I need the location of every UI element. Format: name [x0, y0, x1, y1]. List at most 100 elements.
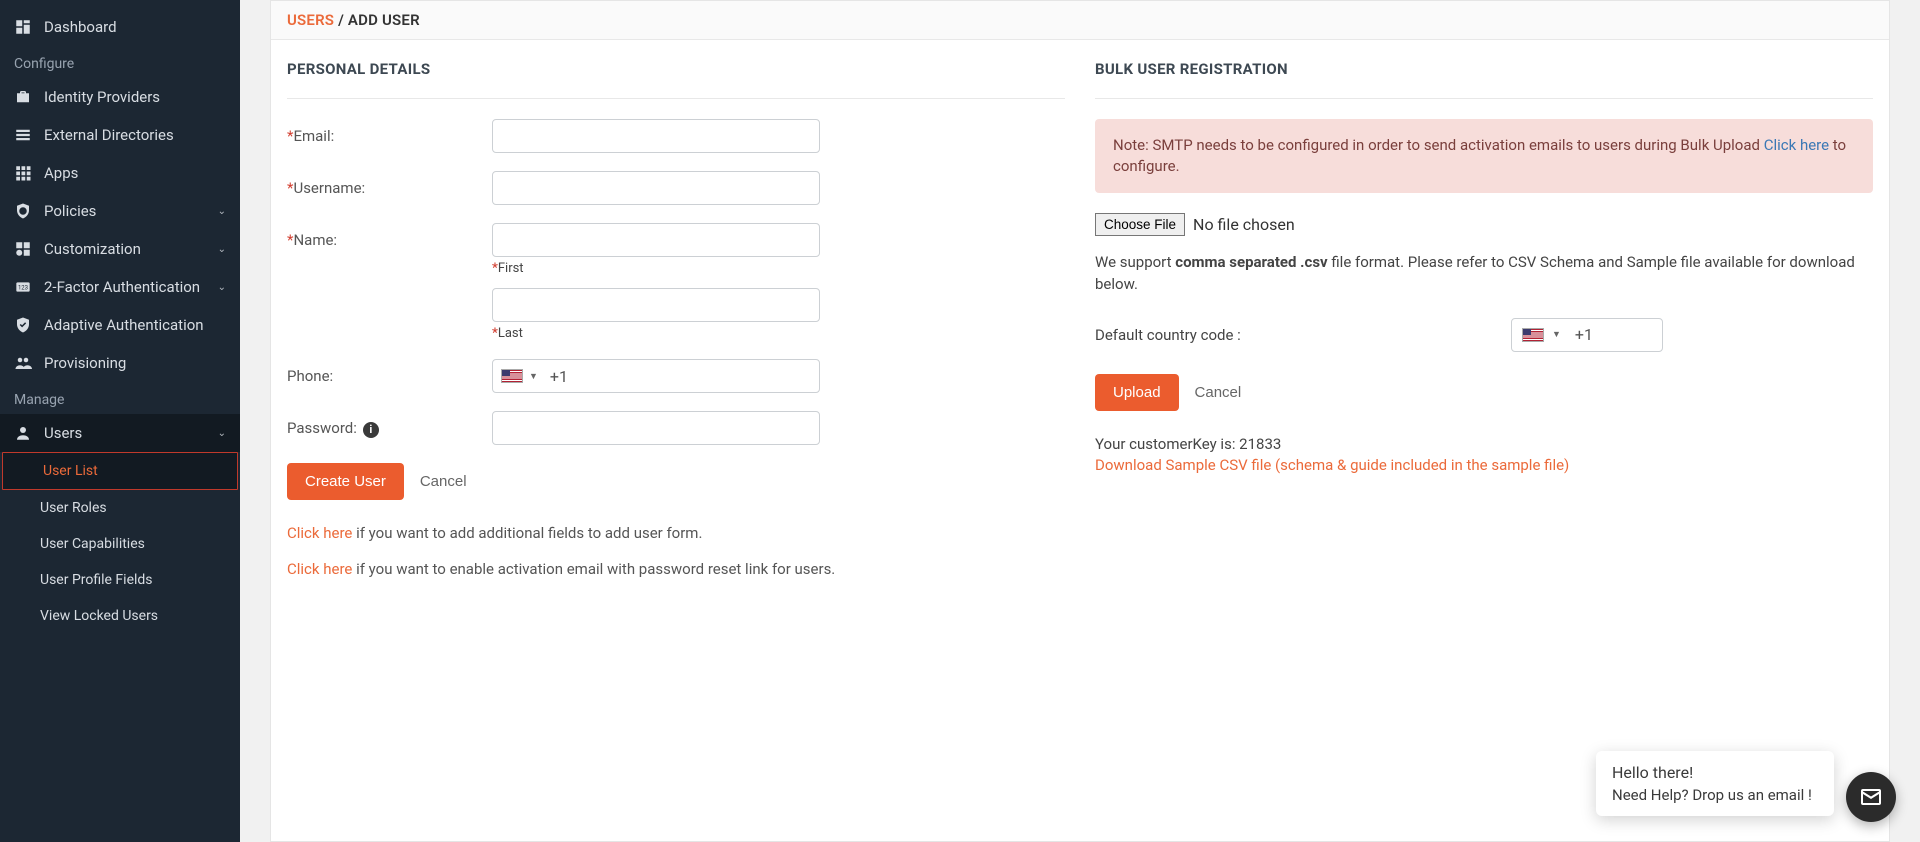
- phone-prefix: +1: [550, 367, 568, 386]
- keypad-icon: 123: [14, 278, 32, 296]
- smtp-alert: Note: SMTP needs to be configured in ord…: [1095, 119, 1873, 193]
- download-sample-link[interactable]: Download Sample CSV file (schema & guide…: [1095, 456, 1569, 474]
- password-label: Password:i: [287, 411, 492, 438]
- sidebar-item-identity-providers[interactable]: Identity Providers: [0, 78, 240, 116]
- personal-details-column: PERSONAL DETAILS *Email: *Username: *Nam…: [287, 60, 1065, 821]
- row-username: *Username:: [287, 171, 1065, 205]
- row-phone: Phone: ▼ +1: [287, 359, 1065, 393]
- row-password: Password:i: [287, 411, 1065, 445]
- grid-icon: [14, 164, 32, 182]
- country-code-select[interactable]: ▼ +1: [1511, 318, 1663, 352]
- sidebar-item-label: Adaptive Authentication: [44, 316, 204, 334]
- sidebar-item-label: External Directories: [44, 126, 174, 144]
- sidebar-section-configure: Configure: [0, 46, 240, 78]
- chat-fab-button[interactable]: [1846, 772, 1896, 822]
- sidebar-item-label: 2-Factor Authentication: [44, 278, 200, 296]
- chevron-down-icon[interactable]: ▼: [529, 371, 538, 382]
- name-label: *Name:: [287, 223, 492, 249]
- shield-check-icon: [14, 316, 32, 334]
- upload-button[interactable]: Upload: [1095, 374, 1179, 411]
- flag-us-icon: [1522, 328, 1544, 342]
- file-chosen-text: No file chosen: [1193, 215, 1295, 234]
- phone-field[interactable]: ▼ +1: [492, 359, 820, 393]
- last-name-field[interactable]: [492, 288, 820, 322]
- chat-popup: Hello there! Need Help? Drop us an email…: [1596, 751, 1834, 816]
- sidebar-item-label: Policies: [44, 202, 96, 220]
- customization-icon: [14, 240, 32, 258]
- briefcase-icon: [14, 88, 32, 106]
- cancel-button[interactable]: Cancel: [420, 473, 467, 490]
- chat-line2: Need Help? Drop us an email !: [1612, 786, 1818, 804]
- sidebar-item-label: Users: [44, 424, 82, 442]
- email-field[interactable]: [492, 119, 820, 153]
- mail-icon: [1859, 785, 1883, 809]
- sidebar-item-provisioning[interactable]: Provisioning: [0, 344, 240, 382]
- country-code-label: Default country code :: [1095, 326, 1241, 344]
- choose-file-button[interactable]: Choose File: [1095, 213, 1185, 236]
- sidebar-item-external-directories[interactable]: External Directories: [0, 116, 240, 154]
- sidebar-item-policies[interactable]: Policies ⌄: [0, 192, 240, 230]
- customer-key-line: Your customerKey is: 21833: [1095, 435, 1873, 453]
- chat-line1: Hello there!: [1612, 763, 1818, 782]
- info-icon[interactable]: i: [363, 422, 379, 438]
- gear-shield-icon: [14, 202, 32, 220]
- sidebar-sub-user-list[interactable]: User List: [2, 452, 238, 490]
- alert-click-here-link[interactable]: Click here: [1764, 136, 1829, 154]
- personal-details-heading: PERSONAL DETAILS: [287, 60, 1065, 78]
- panel: USERS / ADD USER PERSONAL DETAILS *Email…: [270, 0, 1890, 842]
- chevron-down-icon: ⌄: [218, 244, 226, 255]
- sidebar-sub-user-capabilities[interactable]: User Capabilities: [0, 526, 240, 562]
- breadcrumb: USERS / ADD USER: [271, 1, 1889, 40]
- file-chooser-row: Choose File No file chosen: [1095, 213, 1873, 236]
- divider: [287, 98, 1065, 99]
- bulk-cancel-button[interactable]: Cancel: [1195, 384, 1242, 401]
- csv-support-note: We support comma separated .csv file for…: [1095, 252, 1873, 296]
- personal-actions: Create User Cancel: [287, 463, 1065, 500]
- hint-additional-fields: Click here if you want to add additional…: [287, 524, 1065, 542]
- customer-key-value: 21833: [1239, 435, 1281, 453]
- sidebar-item-label: Customization: [44, 240, 141, 258]
- sidebar-item-users[interactable]: Users ⌄: [0, 414, 240, 452]
- country-code-row: Default country code : ▼ +1: [1095, 318, 1873, 352]
- chevron-down-icon: ⌄: [218, 428, 226, 439]
- chevron-down-icon: ⌄: [218, 206, 226, 217]
- sidebar-item-label: Identity Providers: [44, 88, 160, 106]
- row-email: *Email:: [287, 119, 1065, 153]
- sidebar-item-apps[interactable]: Apps: [0, 154, 240, 192]
- username-label: *Username:: [287, 171, 492, 197]
- flag-us-icon: [501, 369, 523, 383]
- sidebar: Dashboard Configure Identity Providers E…: [0, 0, 240, 842]
- sidebar-item-2fa[interactable]: 123 2-Factor Authentication ⌄: [0, 268, 240, 306]
- bulk-registration-column: BULK USER REGISTRATION Note: SMTP needs …: [1095, 60, 1873, 821]
- create-user-button[interactable]: Create User: [287, 463, 404, 500]
- breadcrumb-current: ADD USER: [348, 11, 420, 29]
- sidebar-item-adaptive-auth[interactable]: Adaptive Authentication: [0, 306, 240, 344]
- breadcrumb-sep: /: [334, 11, 348, 29]
- sidebar-item-dashboard[interactable]: Dashboard: [0, 8, 240, 46]
- email-label: *Email:: [287, 119, 492, 145]
- main-content: USERS / ADD USER PERSONAL DETAILS *Email…: [240, 0, 1920, 842]
- password-field[interactable]: [492, 411, 820, 445]
- sidebar-sub-user-roles[interactable]: User Roles: [0, 490, 240, 526]
- hint2-link[interactable]: Click here: [287, 560, 352, 578]
- last-name-sublabel: *Last: [492, 326, 820, 341]
- first-name-field[interactable]: [492, 223, 820, 257]
- sidebar-item-label: Provisioning: [44, 354, 126, 372]
- row-name: *Name: *First *Last: [287, 223, 1065, 341]
- username-field[interactable]: [492, 171, 820, 205]
- list-icon: [14, 126, 32, 144]
- chevron-down-icon: ▼: [1552, 329, 1561, 340]
- first-name-sublabel: *First: [492, 261, 820, 276]
- sidebar-section-manage: Manage: [0, 382, 240, 414]
- breadcrumb-root-link[interactable]: USERS: [287, 11, 334, 29]
- sidebar-item-customization[interactable]: Customization ⌄: [0, 230, 240, 268]
- phone-label: Phone:: [287, 359, 492, 385]
- sidebar-sub-view-locked-users[interactable]: View Locked Users: [0, 598, 240, 634]
- chevron-down-icon: ⌄: [218, 282, 226, 293]
- sidebar-sub-user-profile-fields[interactable]: User Profile Fields: [0, 562, 240, 598]
- user-icon: [14, 424, 32, 442]
- hint1-link[interactable]: Click here: [287, 524, 352, 542]
- divider: [1095, 98, 1873, 99]
- hint-activation-email: Click here if you want to enable activat…: [287, 560, 1065, 578]
- country-code-value: +1: [1575, 325, 1593, 344]
